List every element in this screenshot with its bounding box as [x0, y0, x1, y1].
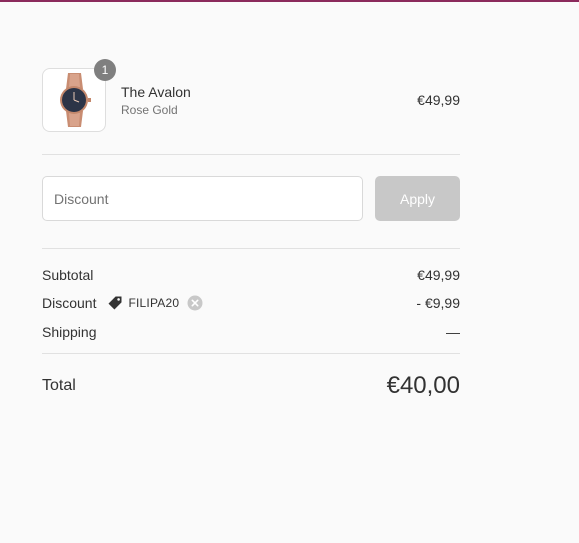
discount-code: FILIPA20 — [128, 296, 180, 310]
subtotal-value: €49,99 — [417, 266, 460, 283]
product-price: €49,99 — [417, 92, 460, 108]
total-label: Total — [42, 377, 76, 394]
discount-tag: FILIPA20 — [107, 295, 203, 311]
discount-row: Discount FILIPA20 - €9,99 — [42, 293, 460, 314]
product-line-item: 1 The Avalon Rose Gold €49,99 — [42, 59, 460, 132]
quantity-badge: 1 — [94, 59, 116, 81]
top-accent-border — [0, 0, 579, 2]
product-info: The Avalon Rose Gold — [121, 84, 417, 117]
order-summary: 1 The Avalon Rose Gold €49,99 Apply Subt… — [42, 59, 460, 400]
subtotal-row: Subtotal €49,99 — [42, 264, 460, 285]
totals-section: Subtotal €49,99 Discount FILIPA20 - €9,9… — [42, 264, 460, 342]
total-value: €40,00 — [386, 372, 460, 399]
remove-discount-icon[interactable] — [187, 295, 203, 311]
divider — [42, 154, 460, 155]
product-name: The Avalon — [121, 83, 191, 100]
product-thumbnail: 1 — [42, 59, 116, 132]
divider — [42, 248, 460, 249]
shipping-value: — — [446, 323, 460, 340]
tag-icon — [107, 295, 123, 311]
discount-label: Discount — [42, 295, 97, 311]
shipping-row: Shipping — — [42, 321, 460, 342]
watch-image — [60, 73, 91, 127]
apply-discount-button[interactable]: Apply — [375, 176, 460, 221]
discount-value: - €9,99 — [416, 295, 460, 311]
total-row: Total €40,00 — [42, 372, 460, 400]
shipping-label: Shipping — [42, 323, 97, 340]
divider — [42, 353, 460, 354]
discount-code-input[interactable] — [42, 176, 363, 221]
subtotal-label: Subtotal — [42, 266, 94, 283]
discount-form: Apply — [42, 176, 460, 221]
product-variant: Rose Gold — [121, 102, 178, 117]
